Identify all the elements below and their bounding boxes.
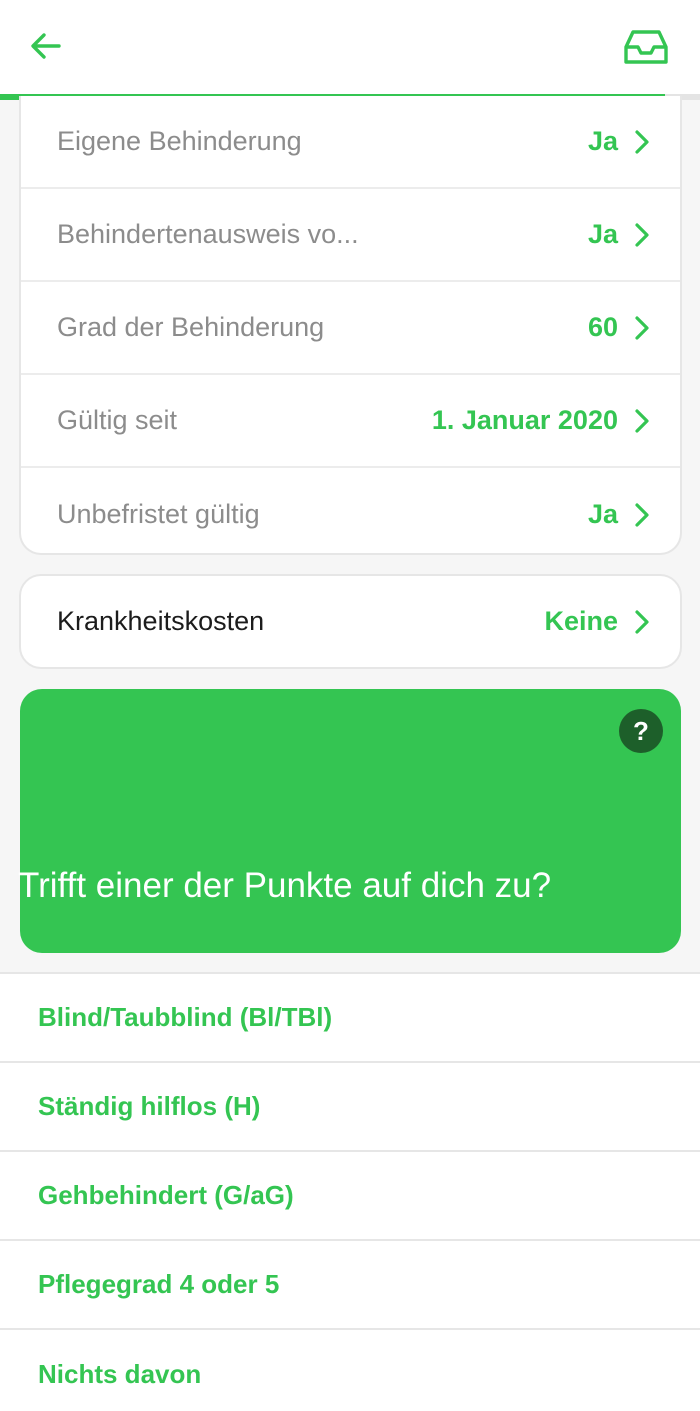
- row-label: Behindertenausweis vo...: [57, 219, 359, 249]
- question-panel: ?: [20, 689, 681, 953]
- option-blind[interactable]: Blind/Taubblind (Bl/TBl): [0, 974, 700, 1063]
- row-label: Unbefristet gültig: [57, 499, 260, 529]
- row-label: Gültig seit: [57, 405, 178, 435]
- row-value: 60: [587, 312, 618, 342]
- back-button[interactable]: [26, 26, 66, 66]
- row-label: Krankheitskosten: [57, 606, 265, 636]
- row-krankheitskosten[interactable]: Krankheitskosten Keine: [21, 576, 680, 667]
- chevron-right-icon: [634, 315, 650, 341]
- option-label: Nichts davon: [38, 1359, 202, 1389]
- option-label: Gehbehindert (G/aG): [38, 1180, 294, 1210]
- chevron-right-icon: [634, 609, 650, 635]
- row-value: Keine: [544, 606, 618, 636]
- option-gehbehindert[interactable]: Gehbehindert (G/aG): [0, 1152, 700, 1241]
- option-hilflos[interactable]: Ständig hilflos (H): [0, 1063, 700, 1152]
- inbox-button[interactable]: [620, 22, 672, 72]
- option-label: Ständig hilflos (H): [38, 1091, 261, 1121]
- row-eigene-behinderung[interactable]: Eigene Behinderung Ja: [21, 96, 680, 189]
- row-value: 1. Januar 2020: [431, 405, 618, 435]
- row-label: Eigene Behinderung: [57, 126, 302, 156]
- chevron-right-icon: [634, 129, 650, 155]
- option-label: Pflegegrad 4 oder 5: [38, 1269, 280, 1299]
- chevron-right-icon: [634, 502, 650, 528]
- row-value: Ja: [587, 126, 618, 156]
- options-list: Blind/Taubblind (Bl/TBl) Ständig hilflos…: [0, 972, 700, 1411]
- row-gueltig-seit[interactable]: Gültig seit 1. Januar 2020: [21, 375, 680, 468]
- arrow-left-icon: [31, 33, 61, 59]
- row-value: Ja: [587, 499, 618, 529]
- row-unbefristet-gueltig[interactable]: Unbefristet gültig Ja: [21, 468, 680, 561]
- costs-card: Krankheitskosten Keine: [19, 574, 682, 669]
- top-bar: [0, 0, 700, 100]
- chevron-right-icon: [634, 408, 650, 434]
- row-label: Grad der Behinderung: [57, 312, 325, 342]
- row-behindertenausweis[interactable]: Behindertenausweis vo... Ja: [21, 189, 680, 282]
- question-title: Trifft einer der Punkte auf dich zu?: [18, 866, 552, 905]
- chevron-right-icon: [634, 222, 650, 248]
- inbox-tray-icon: [624, 30, 668, 64]
- row-value: Ja: [587, 219, 618, 249]
- row-grad-der-behinderung[interactable]: Grad der Behinderung 60: [21, 282, 680, 375]
- option-nichts-davon[interactable]: Nichts davon: [0, 1330, 700, 1411]
- option-pflegegrad[interactable]: Pflegegrad 4 oder 5: [0, 1241, 700, 1330]
- disability-card: Eigene Behinderung Ja Behindertenausweis…: [19, 96, 682, 555]
- option-label: Blind/Taubblind (Bl/TBl): [38, 1002, 333, 1032]
- screen: Eigene Behinderung Ja Behindertenausweis…: [0, 0, 700, 1411]
- help-button[interactable]: ?: [619, 709, 663, 753]
